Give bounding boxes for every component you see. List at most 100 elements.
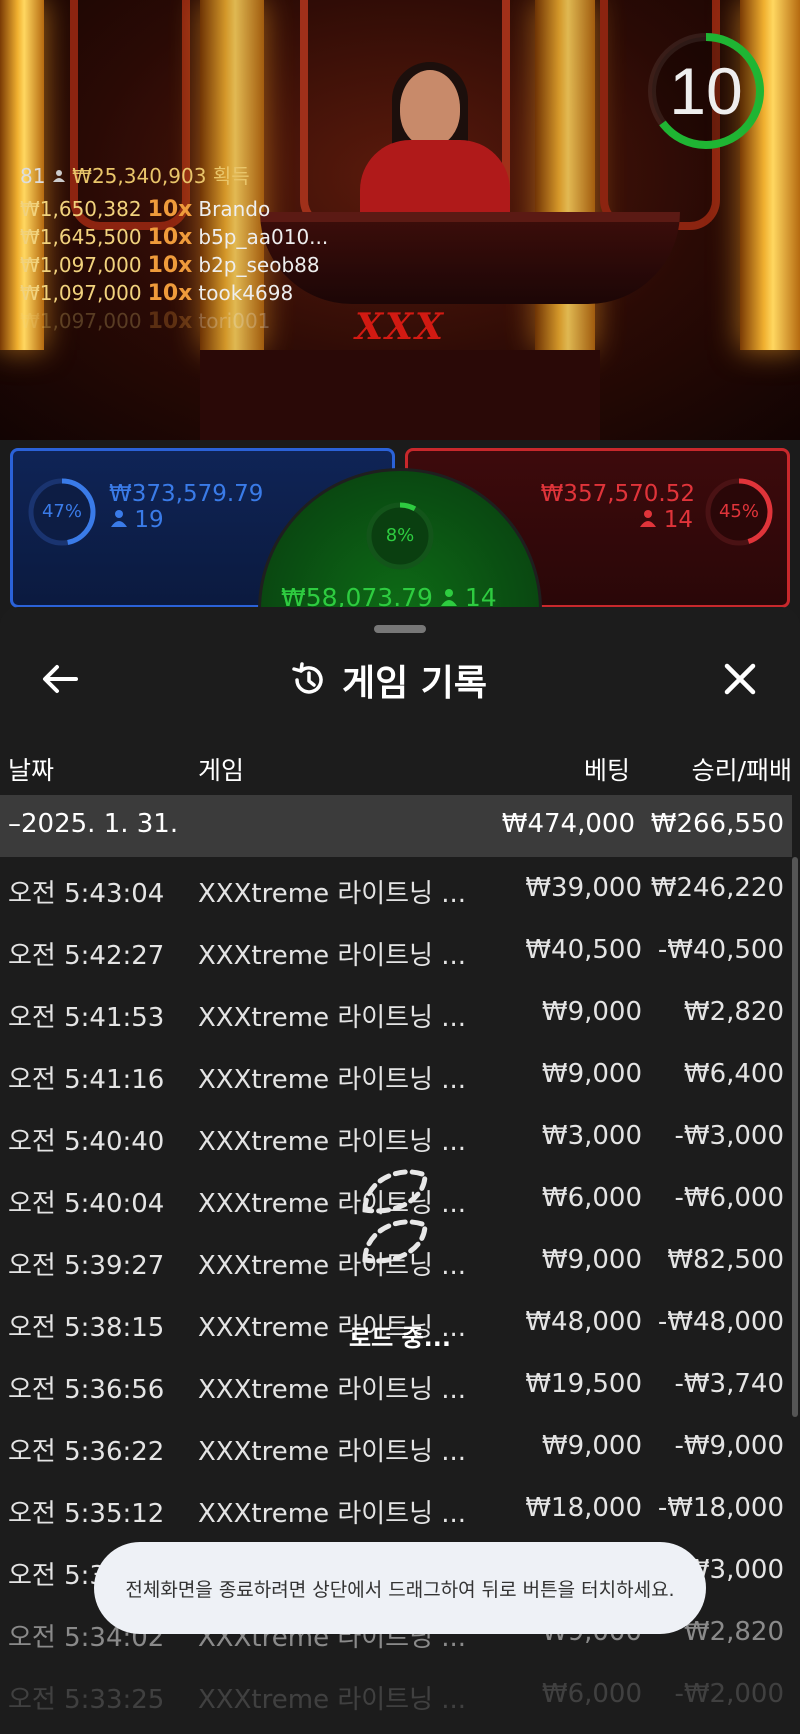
- row-bet: ₩6,000: [541, 1679, 642, 1709]
- winner-amount: ₩1,645,500: [20, 225, 142, 249]
- arrow-left-icon: [43, 665, 78, 693]
- user-icon: [111, 507, 127, 533]
- row-game: XXXtreme 라이트닝 ...: [198, 1375, 467, 1405]
- back-button[interactable]: [30, 649, 90, 709]
- winner-name: tori001: [198, 309, 271, 333]
- row-result: -₩18,000: [657, 1493, 784, 1523]
- row-time: 오전 5:41:16: [8, 1065, 165, 1095]
- winner-amount: ₩1,097,000: [20, 253, 142, 277]
- user-icon: [52, 164, 72, 188]
- row-bet: ₩9,000: [541, 997, 642, 1027]
- history-row[interactable]: 오전 5:41:16 XXXtreme 라이트닝 ... ₩9,000 ₩6,400: [0, 1043, 792, 1105]
- banker-amount: ₩357,570.52: [540, 481, 695, 507]
- row-time: 오전 5:39:27: [8, 1251, 165, 1281]
- row-result: -₩48,000: [657, 1307, 784, 1337]
- fullscreen-toast: 전체화면을 종료하려면 상단에서 드래그하여 뒤로 버튼을 터치하세요.: [94, 1542, 706, 1634]
- winner-row: ₩1,645,500 10x b5p_aa010...: [20, 223, 328, 251]
- close-button[interactable]: [710, 649, 770, 709]
- row-game: XXXtreme 라이트닝 ...: [198, 1685, 467, 1715]
- table-base: [200, 350, 600, 440]
- tie-pct: 8%: [385, 525, 415, 546]
- row-time: 오전 5:36:56: [8, 1375, 165, 1405]
- history-icon: [292, 662, 323, 694]
- winner-multiplier: 10x: [147, 309, 193, 334]
- winners-count: 81: [20, 164, 46, 188]
- history-row[interactable]: 오전 5:40:40 XXXtreme 라이트닝 ... ₩3,000 -₩3,000: [0, 1105, 792, 1167]
- history-row[interactable]: 오전 5:43:04 XXXtreme 라이트닝 ... ₩39,000 ₩246,2…: [0, 857, 792, 919]
- row-bet: ₩3,000: [541, 1121, 642, 1151]
- winners-total-amount: ₩25,340,903 획득: [72, 164, 250, 188]
- history-row[interactable]: 오전 5:35:12 XXXtreme 라이트닝 ... ₩18,000 -₩18,0…: [0, 1477, 792, 1539]
- dealer-face: [400, 70, 460, 146]
- row-result: ₩82,500: [667, 1245, 784, 1275]
- winner-name: b2p_seob88: [198, 253, 320, 277]
- history-row[interactable]: 오전 5:42:27 XXXtreme 라이트닝 ... ₩40,500 -₩40,5…: [0, 919, 792, 981]
- row-result: ₩6,400: [683, 1059, 784, 1089]
- winner-name: b5p_aa010...: [198, 225, 329, 249]
- sheet-title-text: 게임 기록: [342, 663, 488, 704]
- row-result: -₩9,000: [674, 1431, 784, 1461]
- date-group-row[interactable]: –2025. 1. 31. ₩474,000 ₩266,550: [0, 795, 792, 857]
- row-bet: ₩19,500: [525, 1369, 642, 1399]
- history-row[interactable]: 오전 5:41:53 XXXtreme 라이트닝 ... ₩9,000 ₩2,820: [0, 981, 792, 1043]
- winner-multiplier: 10x: [147, 253, 193, 278]
- row-time: 오전 5:38:15: [8, 1313, 165, 1343]
- row-result: ₩246,220: [650, 873, 784, 903]
- player-count-value: 19: [134, 507, 164, 533]
- winner-multiplier: 10x: [147, 225, 193, 250]
- row-game: XXXtreme 라이트닝 ...: [198, 1437, 467, 1467]
- user-icon: [640, 507, 657, 533]
- winner-amount: ₩1,097,000: [20, 309, 142, 333]
- player-count: 19: [111, 507, 164, 533]
- header-game: 게임: [198, 756, 245, 785]
- date-group-result: ₩266,550: [650, 809, 784, 839]
- row-bet: ₩18,000: [525, 1493, 642, 1523]
- header-result: 승리/패배: [691, 756, 792, 785]
- loading-text: 로드 중...: [349, 1324, 451, 1352]
- winner-amount: ₩1,650,382: [20, 197, 142, 221]
- row-game: XXXtreme 라이트닝 ...: [198, 879, 467, 909]
- date-group-bet: ₩474,000: [501, 809, 635, 839]
- winner-row: ₩1,097,000 10x b2p_seob88: [20, 251, 328, 279]
- close-icon: [724, 663, 756, 695]
- row-result: ₩2,820: [683, 1617, 784, 1647]
- row-game: XXXtreme 라이트닝 ...: [198, 1499, 467, 1529]
- row-time: 오전 5:43:04: [8, 879, 165, 909]
- row-game: XXXtreme 라이트닝 ...: [198, 1003, 467, 1033]
- player-pct: 47%: [41, 501, 82, 522]
- player-amount: ₩373,579.79: [109, 481, 264, 507]
- history-row[interactable]: 오전 5:36:22 XXXtreme 라이트닝 ... ₩9,000 -₩9,000: [0, 1415, 792, 1477]
- row-result: ₩2,820: [683, 997, 784, 1027]
- banker-count-value: 14: [663, 507, 693, 533]
- banker-count: 14: [640, 507, 693, 533]
- date-group-date: –2025. 1. 31.: [8, 809, 179, 839]
- winner-row: ₩1,097,000 10x took4698: [20, 279, 328, 307]
- history-row[interactable]: 오전 5:33:25 XXXtreme 라이트닝 ... ₩6,000 -₩2,000: [0, 1663, 792, 1725]
- winner-multiplier: 10x: [147, 197, 193, 222]
- row-bet: ₩6,000: [541, 1183, 642, 1213]
- header-bet: 베팅: [583, 756, 630, 785]
- row-bet: ₩48,000: [525, 1307, 642, 1337]
- row-time: 오전 5:33:25: [8, 1685, 165, 1715]
- countdown-timer: 10: [645, 30, 767, 152]
- sheet-drag-handle[interactable]: [374, 625, 426, 633]
- winner-amount: ₩1,097,000: [20, 281, 142, 305]
- winners-total: 81 ₩25,340,903 획득: [20, 160, 328, 189]
- row-result: -₩3,000: [674, 1121, 784, 1151]
- row-bet: ₩9,000: [541, 1245, 642, 1275]
- scrollbar[interactable]: [792, 857, 798, 1417]
- live-video: XXX 81 ₩25,340,903 획득 ₩1,650,382 10x Bra…: [0, 0, 800, 440]
- history-table-header: 날짜 게임 베팅 승리/패배: [0, 739, 800, 795]
- history-row[interactable]: 오전 5:36:56 XXXtreme 라이트닝 ... ₩19,500 -₩3,74…: [0, 1353, 792, 1415]
- row-result: -₩40,500: [657, 935, 784, 965]
- row-bet: ₩39,000: [525, 873, 642, 903]
- row-game: XXXtreme 라이트닝 ...: [198, 1127, 467, 1157]
- header-date: 날짜: [8, 756, 55, 785]
- row-game: XXXtreme 라이트닝 ...: [198, 941, 467, 971]
- winners-list: 81 ₩25,340,903 획득 ₩1,650,382 10x Brando …: [20, 160, 328, 335]
- winner-name: Brando: [198, 197, 271, 221]
- row-time: 오전 5:40:40: [8, 1127, 165, 1157]
- row-time: 오전 5:42:27: [8, 941, 165, 971]
- winner-row: ₩1,097,000 10x tori001: [20, 307, 328, 335]
- row-time: 오전 5:35:12: [8, 1499, 165, 1529]
